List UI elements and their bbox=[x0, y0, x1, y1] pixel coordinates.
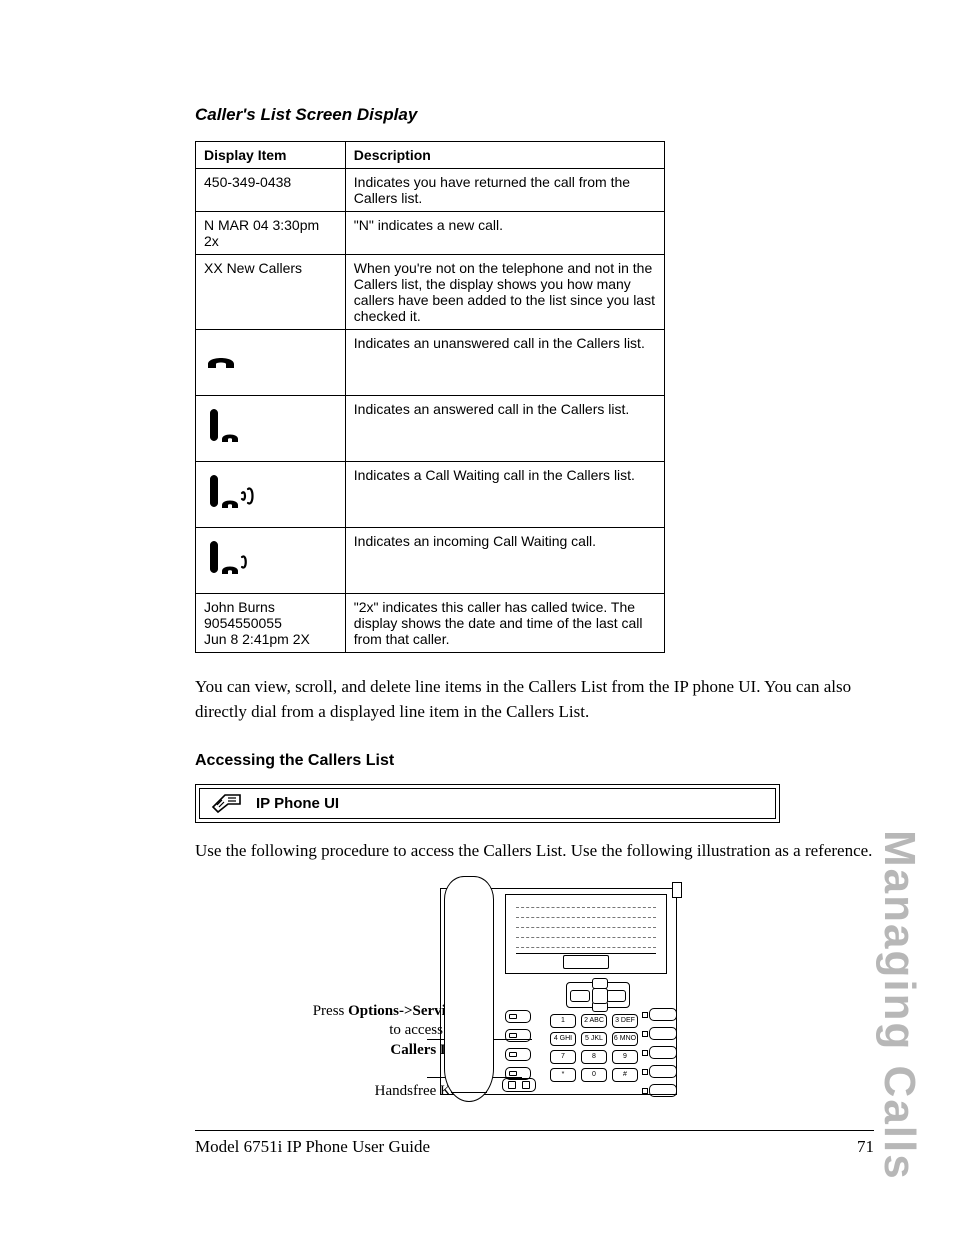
key-9: 9 bbox=[612, 1050, 638, 1064]
key-2: 2 ABC bbox=[581, 1014, 607, 1028]
sidebar-chapter-title: Managing Calls bbox=[874, 830, 924, 1181]
table-header-desc: Description bbox=[345, 142, 664, 169]
screen-softkey bbox=[563, 955, 609, 969]
table-cell-item: XX New Callers bbox=[196, 255, 346, 330]
sub-heading: Accessing the Callers List bbox=[195, 752, 875, 770]
soft-key bbox=[505, 1048, 531, 1061]
table-cell-item: 450-349-0438 bbox=[196, 169, 346, 212]
table-row: Indicates a Call Waiting call in the Cal… bbox=[196, 462, 665, 528]
table-row: N MAR 04 3:30pm 2x "N" indicates a new c… bbox=[196, 212, 665, 255]
key-5: 5 JKL bbox=[581, 1032, 607, 1046]
table-cell-desc: Indicates a Call Waiting call in the Cal… bbox=[345, 462, 664, 528]
line-key bbox=[649, 1027, 677, 1040]
table-cell-desc: Indicates an answered call in the Caller… bbox=[345, 396, 664, 462]
key-7: 7 bbox=[550, 1050, 576, 1064]
mount-tab bbox=[672, 882, 682, 898]
table-cell-desc: Indicates an unanswered call in the Call… bbox=[345, 330, 664, 396]
key-8: 8 bbox=[581, 1050, 607, 1064]
key-3: 3 DEF bbox=[612, 1014, 638, 1028]
footer-doc-title: Model 6751i IP Phone User Guide bbox=[195, 1137, 430, 1157]
table-row: Indicates an unanswered call in the Call… bbox=[196, 330, 665, 396]
handset-off-hook-icon bbox=[196, 396, 346, 462]
procedure-paragraph: Use the following procedure to access th… bbox=[195, 839, 875, 864]
call-waiting-double-icon bbox=[196, 462, 346, 528]
footer-page-number: 71 bbox=[857, 1137, 874, 1157]
soft-key bbox=[505, 1010, 531, 1023]
handsfree-key bbox=[502, 1078, 536, 1092]
phone-handset bbox=[444, 876, 494, 1102]
table-row: Indicates an answered call in the Caller… bbox=[196, 396, 665, 462]
nav-right bbox=[606, 990, 626, 1002]
nav-pad bbox=[566, 982, 630, 1008]
label-options-prefix: Press bbox=[313, 1003, 348, 1019]
table-row: John Burns 9054550055 Jun 8 2:41pm 2X "2… bbox=[196, 594, 665, 653]
callers-list-table: Display Item Description 450-349-0438 In… bbox=[195, 141, 665, 653]
table-cell-desc: "2x" indicates this caller has called tw… bbox=[345, 594, 664, 653]
table-row: 450-349-0438 Indicates you have returned… bbox=[196, 169, 665, 212]
phone-ui-icon bbox=[210, 790, 244, 818]
line-keys-column bbox=[649, 1008, 677, 1103]
key-hash: # bbox=[612, 1068, 638, 1082]
table-cell-item: N MAR 04 3:30pm 2x bbox=[196, 212, 346, 255]
table-row: Indicates an incoming Call Waiting call. bbox=[196, 528, 665, 594]
key-4: 4 GHI bbox=[550, 1032, 576, 1046]
key-star: * bbox=[550, 1068, 576, 1082]
table-cell-item: John Burns 9054550055 Jun 8 2:41pm 2X bbox=[196, 594, 346, 653]
table-header-item: Display Item bbox=[196, 142, 346, 169]
table-cell-desc: Indicates you have returned the call fro… bbox=[345, 169, 664, 212]
soft-key-column bbox=[505, 1010, 533, 1086]
nav-left bbox=[570, 990, 590, 1002]
table-cell-desc: When you're not on the telephone and not… bbox=[345, 255, 664, 330]
section-title: Caller's List Screen Display bbox=[195, 105, 875, 125]
ip-phone-ui-label: IP Phone UI bbox=[256, 795, 339, 812]
key-0: 0 bbox=[581, 1068, 607, 1082]
key-6: 6 MNO bbox=[612, 1032, 638, 1046]
call-waiting-single-icon bbox=[196, 528, 346, 594]
handset-on-hook-icon bbox=[196, 330, 346, 396]
phone-screen bbox=[505, 894, 667, 974]
phone-keypad: 1 2 ABC 3 DEF 4 GHI 5 JKL 6 MNO 7 8 9 * … bbox=[550, 1014, 638, 1082]
table-header-row: Display Item Description bbox=[196, 142, 665, 169]
line-key bbox=[649, 1046, 677, 1059]
body-paragraph: You can view, scroll, and delete line it… bbox=[195, 675, 875, 724]
phone-illustration: Press Options->Services to access the Ca… bbox=[195, 882, 780, 1102]
nav-select bbox=[592, 988, 608, 1004]
ip-phone-ui-box: IP Phone UI bbox=[195, 784, 780, 823]
table-row: XX New Callers When you're not on the te… bbox=[196, 255, 665, 330]
soft-key bbox=[505, 1029, 531, 1042]
key-1: 1 bbox=[550, 1014, 576, 1028]
line-key bbox=[649, 1008, 677, 1021]
line-key bbox=[649, 1084, 677, 1097]
line-key bbox=[649, 1065, 677, 1078]
table-cell-desc: Indicates an incoming Call Waiting call. bbox=[345, 528, 664, 594]
table-cell-desc: "N" indicates a new call. bbox=[345, 212, 664, 255]
page-footer: Model 6751i IP Phone User Guide 71 bbox=[195, 1130, 874, 1157]
